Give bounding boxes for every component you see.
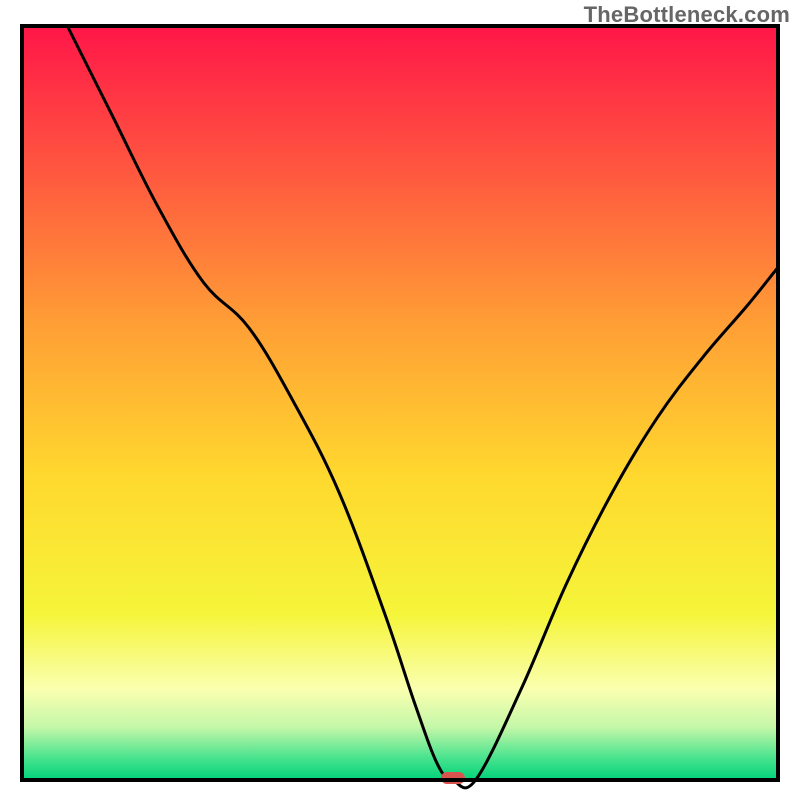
chart-svg: [0, 0, 800, 800]
watermark-text: TheBottleneck.com: [584, 2, 790, 28]
chart-background: [22, 26, 778, 780]
chart-frame: TheBottleneck.com: [0, 0, 800, 800]
